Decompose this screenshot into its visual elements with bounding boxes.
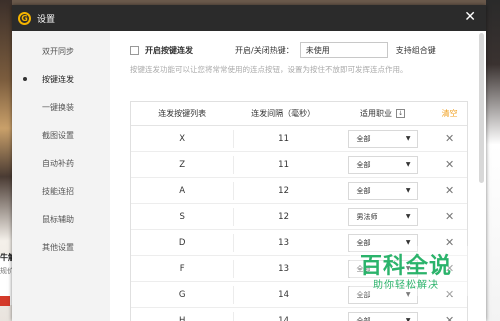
sidebar-item-label: 双开同步 [42, 46, 74, 56]
interval-cell[interactable]: 13 [233, 259, 332, 278]
delete-icon[interactable]: ✕ [445, 158, 454, 171]
class-cell: 全部 ▼ [333, 129, 432, 148]
clear-all-link[interactable]: 清空 [432, 108, 467, 119]
delete-icon[interactable]: ✕ [445, 184, 454, 197]
interval-cell[interactable]: 11 [233, 155, 332, 174]
sidebar-item-label: 截图设置 [42, 130, 74, 140]
interval-cell[interactable]: 12 [233, 181, 332, 200]
class-cell: 全部 ▼ [333, 181, 432, 200]
enable-label: 开启按键连发 [145, 45, 193, 55]
class-select[interactable]: 全部 ▼ [347, 155, 418, 174]
key-cell: D [178, 237, 186, 248]
class-select-value: 全部 [356, 316, 371, 321]
table-row: H 14 全部 ▼ ✕ [131, 308, 467, 321]
key-cell: F [179, 263, 185, 274]
delete-cell: ✕ [432, 158, 467, 171]
sidebar-item-screenshot[interactable]: 截图设置 [12, 121, 110, 149]
background-red-block [0, 296, 10, 306]
delete-cell: ✕ [432, 314, 467, 321]
table-row: Z 11 全部 ▼ ✕ [131, 152, 467, 178]
header-class: 适用职业 ↓ [333, 108, 432, 119]
class-select-value: 全部 [356, 160, 371, 169]
class-cell: 男法师 ▼ [333, 207, 432, 226]
scrollbar[interactable] [479, 33, 484, 183]
header-interval: 连发间隔（毫秒） [251, 108, 316, 118]
table-row: A 12 全部 ▼ ✕ [131, 178, 467, 204]
class-select[interactable]: 男法师 ▼ [347, 207, 418, 226]
interval-cell[interactable]: 14 [233, 285, 332, 304]
sidebar-item-label: 一键换装 [42, 102, 74, 112]
class-select[interactable]: 全部 ▼ [347, 181, 418, 200]
hotkey-label: 开启/关闭热键： [235, 45, 294, 55]
sidebar-item-outfit-swap[interactable]: 一键换装 [12, 93, 110, 121]
sidebar-item-skill-combo[interactable]: 技能连招 [12, 177, 110, 205]
enable-checkbox[interactable] [130, 45, 139, 55]
sidebar: 双开同步 按键连发 一键换装 截图设置 自动补药 技能连招 鼠标辅助 其他设置 [12, 31, 110, 321]
key-cell: G [178, 289, 186, 300]
header-key: 连发按键列表 [158, 109, 207, 118]
interval-cell[interactable]: 12 [233, 207, 332, 226]
sidebar-item-dual-sync[interactable]: 双开同步 [12, 37, 110, 65]
settings-header-row: 开启按键连发 开启/关闭热键： 未使用 支持组合键 [130, 41, 466, 59]
key-cell: A [179, 185, 186, 196]
class-select-value: 全部 [356, 186, 371, 195]
delete-cell: ✕ [432, 184, 467, 197]
dialog-title: 设置 [37, 14, 56, 25]
hotkey-field[interactable]: 未使用 [299, 42, 388, 58]
sidebar-item-label: 自动补药 [42, 158, 74, 168]
chevron-down-icon: ▼ [405, 161, 411, 168]
chevron-down-icon: ▼ [405, 135, 411, 142]
key-cell: X [179, 133, 186, 144]
chevron-down-icon: ▼ [405, 239, 411, 246]
delete-cell: ✕ [432, 132, 467, 145]
sidebar-item-label: 其他设置 [42, 242, 74, 252]
table-row: S 12 男法师 ▼ ✕ [131, 204, 467, 230]
sort-icon[interactable]: ↓ [396, 109, 405, 118]
sidebar-item-label: 鼠标辅助 [42, 214, 74, 224]
class-select-value: 男法师 [356, 212, 378, 221]
class-cell: 全部 ▼ [333, 311, 432, 321]
class-cell: 全部 ▼ [333, 155, 432, 174]
app-logo-icon: G [18, 11, 31, 25]
delete-icon[interactable]: ✕ [445, 210, 454, 223]
sidebar-item-auto-potion[interactable]: 自动补药 [12, 149, 110, 177]
delete-cell: ✕ [432, 210, 467, 223]
table-header: 连发按键列表 连发间隔（毫秒） 适用职业 ↓ 清空 [131, 102, 467, 126]
close-icon[interactable]: ✕ [464, 9, 476, 25]
interval-cell[interactable]: 14 [233, 311, 332, 321]
combo-key-label: 支持组合键 [395, 45, 436, 55]
interval-cell[interactable]: 13 [233, 233, 332, 252]
active-dot-icon [23, 77, 27, 81]
sidebar-item-label: 技能连招 [42, 186, 74, 196]
sidebar-item-mouse-assist[interactable]: 鼠标辅助 [12, 205, 110, 233]
chevron-down-icon: ▼ [405, 213, 411, 220]
class-select[interactable]: 全部 ▼ [347, 129, 418, 148]
sidebar-item-label: 按键连发 [42, 74, 74, 84]
chevron-down-icon: ▼ [405, 187, 411, 194]
sidebar-item-key-repeat[interactable]: 按键连发 [12, 65, 110, 93]
chevron-down-icon: ▼ [405, 317, 411, 321]
background-app-right [486, 0, 500, 321]
class-select[interactable]: 全部 ▼ [347, 311, 418, 321]
sidebar-item-other[interactable]: 其他设置 [12, 233, 110, 261]
class-select-value: 全部 [356, 134, 371, 143]
delete-icon[interactable]: ✕ [445, 314, 454, 321]
key-cell: H [178, 315, 186, 321]
table-row: X 11 全部 ▼ ✕ [131, 126, 467, 152]
delete-icon[interactable]: ✕ [445, 132, 454, 145]
header-class-label: 适用职业 [360, 109, 392, 118]
watermark-subtitle: 助你轻松解决 [373, 280, 439, 291]
title-bar: G 设置 ✕ [12, 5, 486, 31]
feature-description: 按键连发功能可以让您将常常使用的连点按钮，设置为按住不放即可发挥连点作用。 [130, 65, 408, 74]
key-cell: Z [179, 159, 186, 170]
clear-link-label: 清空 [441, 109, 458, 118]
interval-cell[interactable]: 11 [233, 129, 332, 148]
key-cell: S [179, 211, 185, 222]
